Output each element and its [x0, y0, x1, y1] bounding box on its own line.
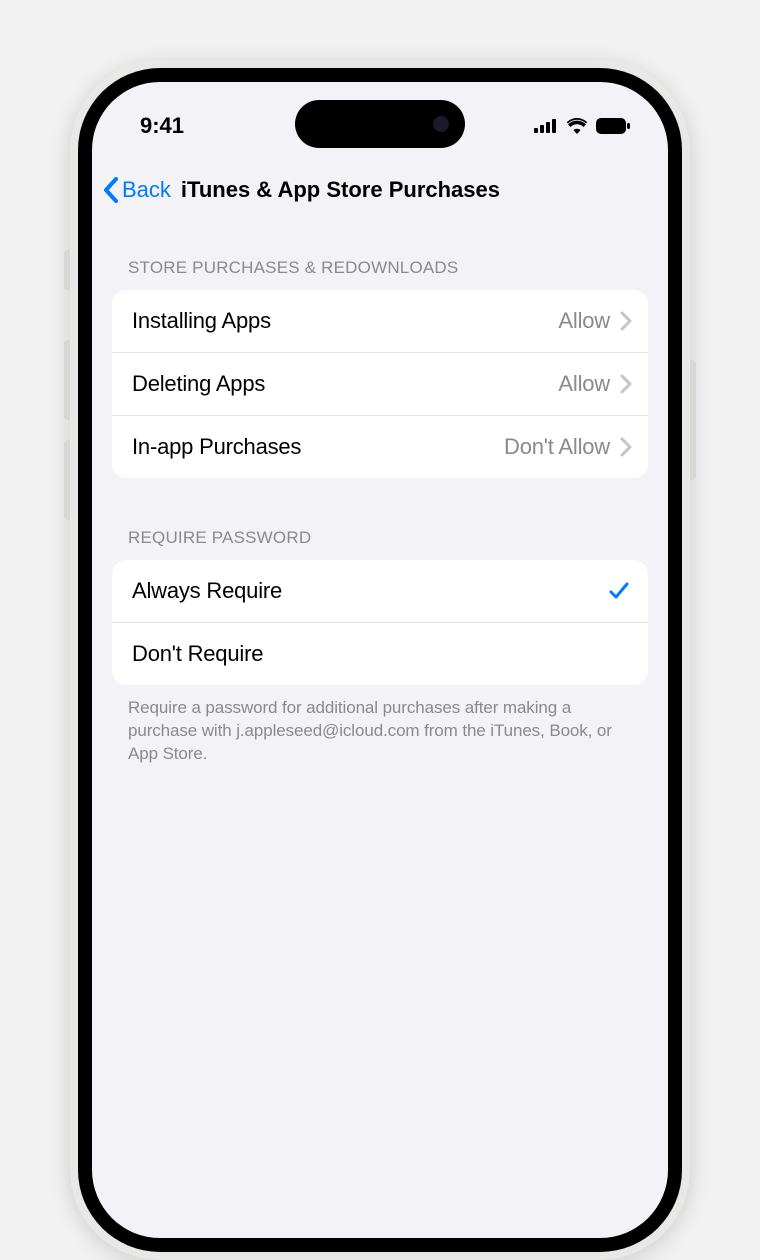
chevron-right-icon [620, 374, 632, 394]
section-footer-password: Require a password for additional purcha… [92, 685, 668, 766]
row-value: Don't Allow [504, 434, 610, 460]
chevron-right-icon [620, 437, 632, 457]
row-label: Always Require [132, 578, 608, 604]
back-label: Back [122, 177, 171, 203]
back-button[interactable]: Back [102, 176, 171, 204]
chevron-left-icon [102, 176, 120, 204]
section-header-store: STORE PURCHASES & REDOWNLOADS [92, 216, 668, 290]
section-header-password: REQUIRE PASSWORD [92, 478, 668, 560]
row-installing-apps[interactable]: Installing Apps Allow [112, 290, 648, 352]
status-indicators [534, 118, 630, 134]
row-label: In-app Purchases [132, 434, 504, 460]
row-label: Don't Require [132, 641, 630, 667]
row-always-require[interactable]: Always Require [112, 560, 648, 622]
page-title: iTunes & App Store Purchases [181, 177, 500, 203]
dynamic-island [295, 100, 465, 148]
wifi-icon [566, 118, 588, 134]
checkmark-icon [608, 580, 630, 602]
phone-screen: 9:41 Back iTunes & App Store Purchases S… [92, 82, 668, 1238]
status-time: 9:41 [140, 113, 184, 139]
row-deleting-apps[interactable]: Deleting Apps Allow [112, 352, 648, 415]
battery-icon [596, 118, 630, 134]
cellular-icon [534, 119, 558, 133]
row-value: Allow [558, 371, 610, 397]
chevron-right-icon [620, 311, 632, 331]
store-purchases-group: Installing Apps Allow Deleting Apps Allo… [112, 290, 648, 478]
navigation-bar: Back iTunes & App Store Purchases [92, 146, 668, 216]
row-label: Installing Apps [132, 308, 558, 334]
row-dont-require[interactable]: Don't Require [112, 622, 648, 685]
row-value: Allow [558, 308, 610, 334]
require-password-group: Always Require Don't Require [112, 560, 648, 685]
row-in-app-purchases[interactable]: In-app Purchases Don't Allow [112, 415, 648, 478]
row-label: Deleting Apps [132, 371, 558, 397]
phone-device-frame: 9:41 Back iTunes & App Store Purchases S… [70, 60, 690, 1260]
